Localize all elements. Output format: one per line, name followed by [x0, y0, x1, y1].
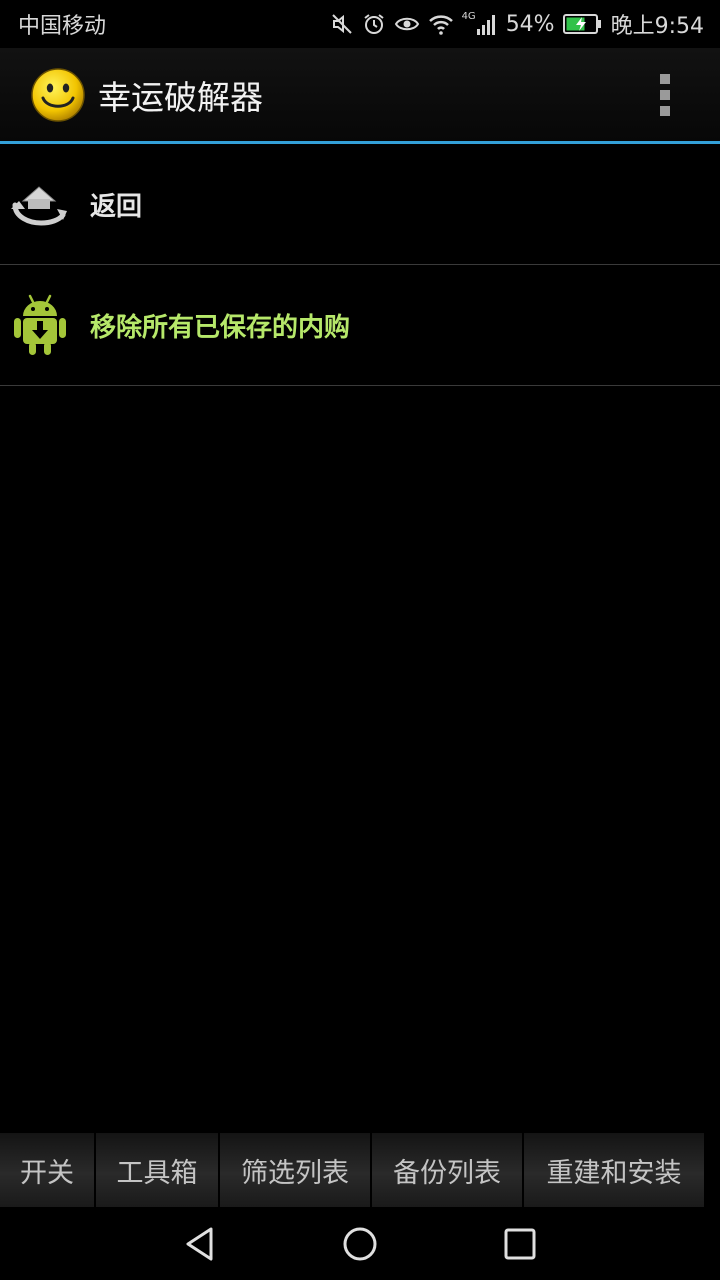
tab-backup-list[interactable]: 备份列表	[372, 1133, 522, 1207]
alarm-icon	[362, 12, 386, 36]
home-nav-icon[interactable]	[280, 1208, 440, 1280]
tab-switch[interactable]: 开关	[0, 1133, 94, 1207]
wifi-icon	[428, 12, 454, 36]
status-icons: 4G 54% 晚上9:54	[330, 8, 704, 40]
back-rotate-icon	[8, 172, 72, 236]
eye-icon	[394, 12, 420, 36]
battery-percent: 54%	[505, 11, 555, 37]
tab-rebuild-install[interactable]: 重建和安装	[524, 1133, 704, 1207]
list-item-remove-purchases[interactable]: 移除所有已保存的内购	[0, 265, 720, 386]
overflow-dot	[660, 89, 670, 100]
clock: 晚上9:54	[610, 14, 704, 39]
app-title: 幸运破解器	[98, 77, 263, 117]
bottom-tab-bar: 开关 工具箱 筛选列表 备份列表 重建和安装	[0, 1133, 704, 1207]
battery-charging-icon	[562, 13, 603, 35]
list-item-label: 移除所有已保存的内购	[90, 312, 351, 343]
mute-icon	[330, 12, 354, 36]
list-item-label: 返回	[90, 191, 143, 222]
navigation-bar	[0, 1208, 720, 1280]
action-bar: 幸运破解器	[0, 48, 720, 141]
signal-icon: 4G	[462, 12, 498, 36]
tab-toolbox[interactable]: 工具箱	[96, 1133, 218, 1207]
carrier-name: 中国移动	[18, 14, 107, 39]
tab-filter-list[interactable]: 筛选列表	[220, 1133, 370, 1207]
recents-nav-icon[interactable]	[440, 1208, 600, 1280]
overflow-menu-icon[interactable]	[650, 70, 680, 120]
list-item-back[interactable]: 返回	[0, 144, 720, 265]
overflow-dot	[660, 73, 670, 84]
status-bar: 中国移动 4G 54% 晚上9:54	[0, 0, 720, 48]
back-nav-icon[interactable]	[120, 1208, 280, 1280]
network-type: 4G	[461, 11, 476, 22]
options-list: 返回 移除所有已保存的内购	[0, 144, 720, 386]
android-download-icon	[8, 293, 72, 357]
smiley-icon[interactable]	[30, 67, 86, 123]
overflow-dot	[660, 105, 670, 116]
